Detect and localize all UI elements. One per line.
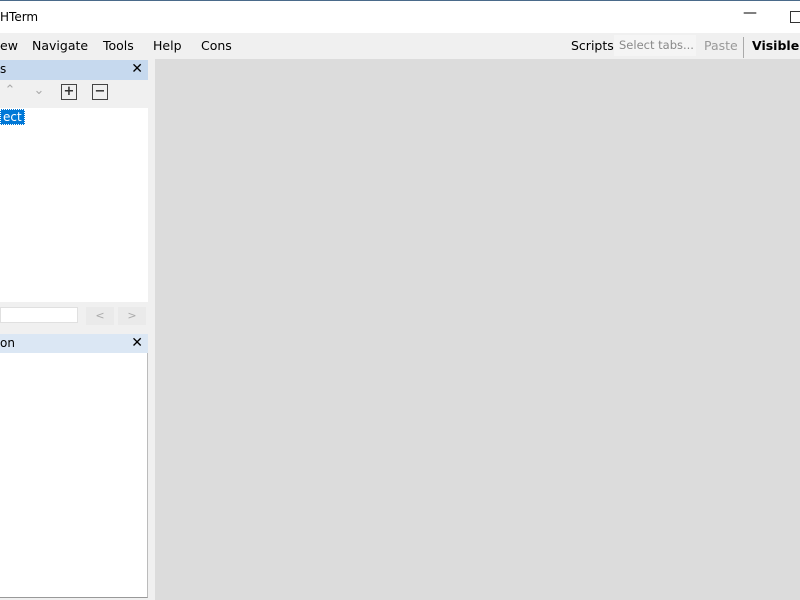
toolbar-separator [743, 37, 744, 58]
scripts-button[interactable]: Scripts [571, 38, 614, 53]
title-bar: HTerm — [0, 0, 800, 33]
tree-item-selected[interactable]: ect [0, 109, 25, 125]
menu-navigate[interactable]: Navigate [32, 38, 88, 53]
next-button[interactable]: > [118, 307, 146, 325]
select-tabs-dropdown[interactable]: Select tabs... [614, 35, 696, 56]
menu-tools[interactable]: Tools [103, 38, 134, 53]
menu-view[interactable]: ew [0, 38, 18, 53]
menu-help[interactable]: Help [153, 38, 182, 53]
collapse-icon[interactable]: − [92, 84, 108, 100]
minimize-icon[interactable]: — [738, 5, 762, 29]
visible-button[interactable]: Visible [752, 38, 799, 53]
close-icon[interactable]: ✕ [131, 61, 143, 77]
maximize-icon[interactable] [790, 11, 800, 23]
move-up-icon[interactable]: ⌃ [2, 84, 18, 100]
panel-header: s ✕ [0, 60, 148, 80]
search-input[interactable] [0, 307, 78, 323]
session-tree[interactable] [0, 108, 148, 302]
expand-icon[interactable]: + [61, 84, 77, 100]
panel2-title: on [0, 336, 15, 350]
panel2-header: on ✕ [0, 334, 148, 354]
panel2-content [0, 353, 148, 598]
menu-cons[interactable]: Cons [201, 38, 232, 53]
panel-title: s [0, 62, 7, 76]
close-icon[interactable]: ✕ [131, 335, 143, 351]
splitter[interactable] [148, 59, 155, 600]
main-area [155, 59, 800, 600]
paste-button[interactable]: Paste [704, 38, 738, 53]
prev-button[interactable]: < [86, 307, 114, 325]
window-title: HTerm [0, 10, 39, 24]
move-down-icon[interactable]: ⌄ [31, 84, 47, 100]
